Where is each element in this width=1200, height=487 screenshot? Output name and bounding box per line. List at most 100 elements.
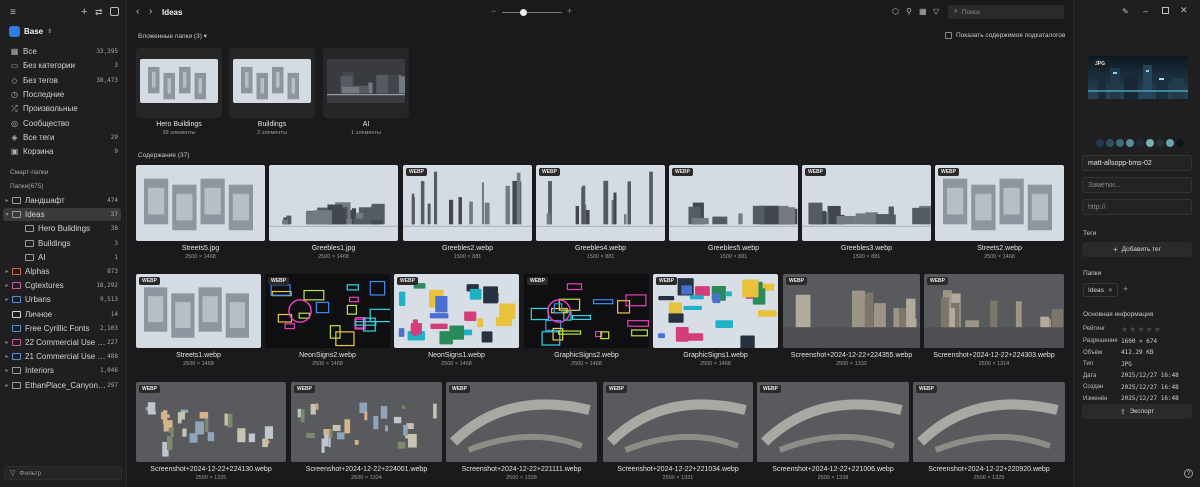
sidebar-item[interactable]: ▦ Все 33,395 (3, 45, 121, 58)
color-swatch[interactable] (1116, 139, 1124, 147)
image-thumbnail[interactable] (136, 165, 265, 241)
library-switcher[interactable]: Base ⇕ (9, 26, 52, 37)
image-thumbnail[interactable]: WEBP (653, 274, 778, 348)
folder-item[interactable]: ▸ Urbans 9,513 (3, 293, 121, 306)
folder-item[interactable]: ▸ Cgtextures 18,292 (3, 279, 121, 292)
image-name[interactable]: GraphicSigns1.webp (653, 352, 778, 359)
image-thumbnail[interactable]: WEBP (669, 165, 798, 241)
smart-folders-label[interactable]: Смарт-папки (10, 169, 49, 176)
image-thumbnail[interactable]: WEBP (394, 274, 519, 348)
image-thumbnail[interactable]: WEBP (524, 274, 649, 348)
chevron-icon[interactable]: ▸ (4, 296, 10, 303)
remove-icon[interactable]: ✕ (1108, 287, 1113, 294)
filter-icon[interactable]: ▽ (933, 7, 939, 16)
share-icon[interactable]: ⬡ (892, 7, 899, 16)
add-icon[interactable]: + (81, 6, 87, 18)
image-thumbnail[interactable]: WEBP (291, 382, 442, 462)
folder-item[interactable]: Buildings 3 (3, 237, 121, 250)
color-swatch[interactable] (1096, 139, 1104, 147)
image-name[interactable]: Greebles1.jpg (269, 245, 398, 252)
image-thumbnail[interactable]: WEBP (757, 382, 909, 462)
sidebar-toggle-icon[interactable] (110, 7, 119, 16)
folder-item[interactable]: ▾ Ideas 37 (3, 208, 121, 222)
search-input[interactable]: ⌕ Поиск (948, 5, 1064, 19)
minimize-icon[interactable]: – (1143, 6, 1148, 16)
color-swatch[interactable] (1176, 139, 1184, 147)
image-name[interactable]: NeonSigns1.webp (394, 352, 519, 359)
image-name[interactable]: Streets2.webp (935, 245, 1064, 252)
notes-field[interactable]: Заметки... (1082, 177, 1192, 193)
folder-item[interactable]: ▸ EthanPlace_CanyonRe... 297 (3, 379, 121, 392)
image-thumbnail[interactable]: WEBP (802, 165, 931, 241)
add-folder-icon[interactable]: + (1123, 284, 1128, 294)
help-icon[interactable]: ? (1184, 469, 1193, 478)
star-icon[interactable]: ★ (1121, 325, 1129, 334)
chevron-icon[interactable]: ▸ (4, 268, 10, 275)
zoom-out-icon[interactable]: − (491, 6, 496, 16)
name-field[interactable]: matt-allsopp-bms-02 (1082, 155, 1192, 171)
color-swatch[interactable] (1136, 139, 1144, 147)
image-name[interactable]: Streets5.jpg (136, 245, 265, 252)
sidebar-item[interactable]: ▭ Без категории 3 (3, 59, 121, 72)
chevron-icon[interactable]: ▸ (4, 353, 10, 360)
image-name[interactable]: Screenshot+2024-12-22+224355.webp (783, 352, 920, 359)
subfolder-card[interactable] (229, 48, 315, 118)
image-thumbnail[interactable]: WEBP (403, 165, 532, 241)
image-thumbnail[interactable]: WEBP (603, 382, 753, 462)
chevron-icon[interactable]: ▸ (4, 197, 10, 204)
image-name[interactable]: GraphicSigns2.webp (524, 352, 649, 359)
image-name[interactable]: Screenshot+2024-12-22+220920.webp (913, 466, 1065, 473)
sidebar-item[interactable]: ▣ Корзина 9 (3, 145, 121, 158)
image-thumbnail[interactable]: WEBP (924, 274, 1064, 348)
color-swatch[interactable] (1126, 139, 1134, 147)
image-name[interactable]: Screenshot+2024-12-22+224001.webp (291, 466, 442, 473)
image-name[interactable]: Screenshot+2024-12-22+221034.webp (603, 466, 753, 473)
menu-icon[interactable]: ≡ (10, 7, 16, 18)
image-name[interactable]: NeonSigns2.webp (265, 352, 390, 359)
sidebar-item[interactable]: ◇ Без тегов 38,473 (3, 74, 121, 87)
pin-icon[interactable]: ✎ (1122, 7, 1129, 16)
url-field[interactable]: http:// (1082, 199, 1192, 215)
image-name[interactable]: Greebles3.webp (802, 245, 931, 252)
back-icon[interactable]: ‹ (136, 6, 139, 17)
zoom-slider[interactable] (502, 12, 562, 13)
show-subfolders-checkbox[interactable]: Показать содержимое подкаталогов (945, 32, 1065, 39)
folder-chip[interactable]: Ideas ✕ (1083, 283, 1118, 297)
star-icon[interactable]: ★ (1154, 325, 1162, 334)
chevron-icon[interactable]: ▸ (4, 367, 10, 374)
chevron-icon[interactable]: ▾ (4, 211, 10, 218)
image-name[interactable]: Greebles2.webp (403, 245, 532, 252)
folder-item[interactable]: ▸ 22 Commercial Use Ha... 227 (3, 336, 121, 349)
maximize-icon[interactable] (1162, 7, 1169, 14)
preview-image[interactable]: JPG (1088, 56, 1188, 99)
image-thumbnail[interactable]: WEBP (265, 274, 390, 348)
folders-label[interactable]: Папки(675) (10, 183, 43, 190)
color-swatch[interactable] (1106, 139, 1114, 147)
add-tag-button[interactable]: + Добавить тег (1082, 242, 1192, 257)
chevron-icon[interactable]: ▸ (4, 339, 10, 346)
image-thumbnail[interactable]: WEBP (783, 274, 920, 348)
forward-icon[interactable]: › (149, 6, 152, 17)
folder-item[interactable]: ▸ Interiors 1,046 (3, 364, 121, 377)
star-icon[interactable]: ★ (1146, 325, 1154, 334)
close-icon[interactable]: ✕ (1180, 5, 1188, 16)
sidebar-item[interactable]: ◷ Последние (3, 88, 121, 101)
image-name[interactable]: Greebles4.webp (536, 245, 665, 252)
sidebar-item[interactable]: ◎ Сообщество (3, 117, 121, 130)
zoom-in-icon[interactable]: + (567, 6, 572, 16)
folder-item[interactable]: Личное 14 (3, 308, 121, 321)
subfolder-card[interactable] (323, 48, 409, 118)
folder-item[interactable]: Hero Buildings 38 (3, 222, 121, 235)
image-thumbnail[interactable]: WEBP (935, 165, 1064, 241)
subfolder-card[interactable] (136, 48, 222, 118)
folder-item[interactable]: ▸ Alphas 873 (3, 265, 121, 278)
image-name[interactable]: Screenshot+2024-12-22+221111.webp (446, 466, 597, 473)
image-name[interactable]: Greebles5.webp (669, 245, 798, 252)
subfolders-header[interactable]: Вложенные папки (3) ▾ (138, 32, 207, 40)
color-swatch[interactable] (1166, 139, 1174, 147)
rating-stars[interactable]: ★★★★★ (1121, 325, 1162, 334)
color-swatch[interactable] (1156, 139, 1164, 147)
color-swatch[interactable] (1146, 139, 1154, 147)
layout-icon[interactable]: ▦ (919, 7, 927, 16)
folder-item[interactable]: Free Cyrillic Fonts 2,103 (3, 322, 121, 335)
